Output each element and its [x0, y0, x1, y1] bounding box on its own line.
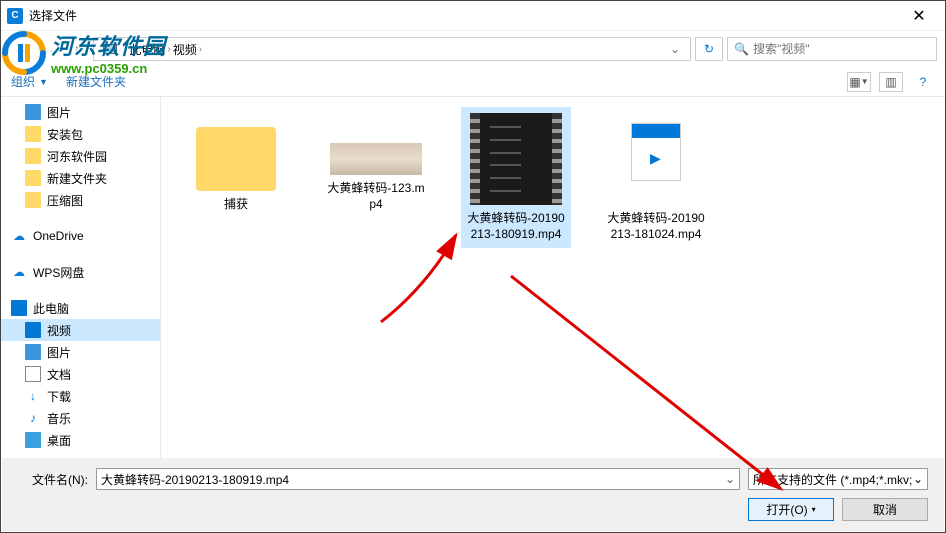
folder-icon [25, 126, 41, 142]
breadcrumb[interactable]: › 此电脑 › 视频 › ⌄ [93, 37, 691, 61]
file-label: 大黄蜂转码-20190213-181024.mp4 [607, 211, 705, 242]
sidebar-item-videos[interactable]: 视频 [1, 319, 160, 341]
file-item[interactable]: 大黄蜂转码-20190213-181024.mp4 [601, 107, 711, 248]
cloud-icon: ☁ [11, 264, 27, 280]
breadcrumb-videos[interactable]: 视频 [173, 41, 197, 58]
sidebar-item[interactable]: 新建文件夹 [1, 167, 160, 189]
sidebar-item-pictures[interactable]: 图片 [1, 101, 160, 123]
chevron-down-icon: ▼ [39, 77, 48, 87]
file-item[interactable]: 大黄蜂转码-123.mp4 [321, 107, 431, 218]
chevron-right-icon: › [199, 44, 202, 55]
filetype-dropdown[interactable]: 所有支持的文件 (*.mp4;*.mkv; ⌄ [748, 468, 928, 490]
file-pane[interactable]: 捕获 大黄蜂转码-123.mp4 大黄蜂转码-20190213-180919.m… [161, 97, 945, 465]
folder-icon [25, 170, 41, 186]
folder-icon [25, 148, 41, 164]
sidebar-item-wps[interactable]: ☁WPS网盘 [1, 261, 160, 283]
music-icon: ♪ [25, 410, 41, 426]
sidebar-item-thispc[interactable]: 此电脑 [1, 297, 160, 319]
watermark-url: www.pc0359.cn [51, 61, 166, 76]
folder-icon [196, 127, 276, 191]
search-input[interactable] [753, 42, 930, 56]
sidebar-item[interactable]: 压缩图 [1, 189, 160, 211]
pc-icon [11, 300, 27, 316]
filename-label: 文件名(N): [18, 471, 88, 488]
picture-icon [25, 104, 41, 120]
sidebar-item-pictures2[interactable]: 图片 [1, 341, 160, 363]
picture-icon [25, 344, 41, 360]
close-button[interactable]: ✕ [899, 2, 939, 30]
video-thumbnail [330, 143, 422, 175]
sidebar-item[interactable]: 河东软件园 [1, 145, 160, 167]
help-button[interactable]: ? [911, 72, 935, 92]
open-button[interactable]: 打开(O)▾ [748, 498, 834, 521]
sidebar: 图片 安装包 河东软件园 新建文件夹 压缩图 ☁OneDrive ☁WPS网盘 … [1, 97, 161, 465]
sidebar-item-onedrive[interactable]: ☁OneDrive [1, 225, 160, 247]
app-icon: C [7, 8, 23, 24]
chevron-right-icon: › [167, 44, 170, 55]
file-item-folder[interactable]: 捕获 [181, 107, 291, 219]
view-thumb-button[interactable]: ▦ ▼ [847, 72, 871, 92]
sidebar-item-documents[interactable]: 文档 [1, 363, 160, 385]
file-label: 捕获 [224, 197, 248, 213]
desktop-icon [25, 432, 41, 448]
chevron-down-icon: ▾ [812, 505, 816, 514]
refresh-button[interactable]: ↻ [695, 37, 723, 61]
document-icon [25, 366, 41, 382]
sidebar-item-music[interactable]: ♪音乐 [1, 407, 160, 429]
chevron-down-icon[interactable]: ⌄ [725, 472, 735, 486]
watermark: 河东软件园 www.pc0359.cn [1, 29, 166, 76]
sidebar-item-downloads[interactable]: ↓下载 [1, 385, 160, 407]
file-item-selected[interactable]: 大黄蜂转码-20190213-180919.mp4 [461, 107, 571, 248]
filename-input[interactable]: ⌄ [96, 468, 740, 490]
annotation-arrow [376, 227, 466, 327]
folder-icon [25, 192, 41, 208]
watermark-title: 河东软件园 [51, 29, 166, 61]
chevron-down-icon: ⌄ [913, 472, 923, 486]
download-icon: ↓ [25, 388, 41, 404]
cancel-button[interactable]: 取消 [842, 498, 928, 521]
cloud-icon: ☁ [11, 228, 27, 244]
file-label: 大黄蜂转码-123.mp4 [327, 181, 425, 212]
view-list-button[interactable]: ▥ [879, 72, 903, 92]
breadcrumb-dropdown[interactable]: ⌄ [664, 38, 686, 60]
video-thumbnail [470, 113, 562, 205]
watermark-logo [1, 30, 47, 76]
window-title: 选择文件 [29, 7, 899, 24]
search-icon: 🔍 [734, 42, 749, 56]
sidebar-item-desktop[interactable]: 桌面 [1, 429, 160, 451]
file-label: 大黄蜂转码-20190213-180919.mp4 [467, 211, 565, 242]
filename-field[interactable] [101, 472, 725, 486]
filetype-label: 所有支持的文件 (*.mp4;*.mkv; [753, 471, 912, 488]
video-icon [610, 113, 702, 205]
search-box[interactable]: 🔍 [727, 37, 937, 61]
sidebar-item[interactable]: 安装包 [1, 123, 160, 145]
video-icon [25, 322, 41, 338]
